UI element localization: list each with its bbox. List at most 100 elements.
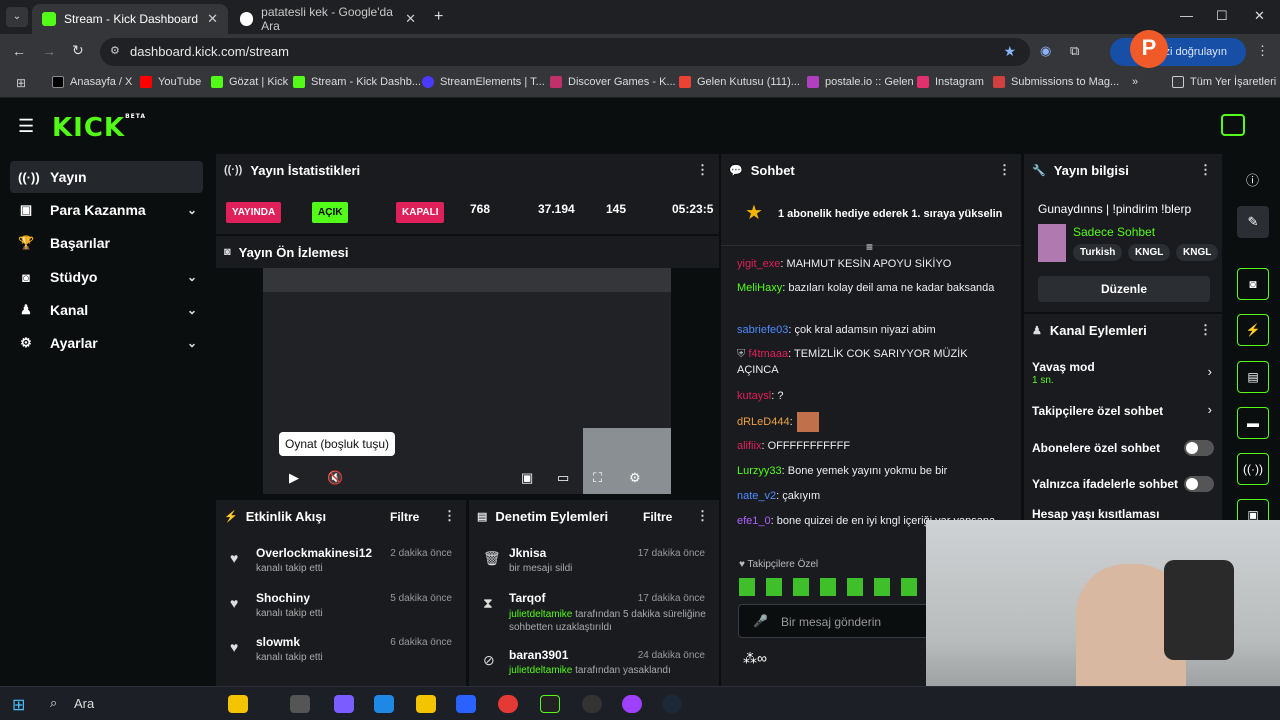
bolt-icon[interactable]: ⚡ [1237, 314, 1269, 346]
puzzle-icon[interactable]: ⧉ [1070, 43, 1079, 59]
copilot-icon[interactable] [334, 695, 354, 713]
chrome-icon[interactable] [498, 695, 518, 713]
camera-icon[interactable]: ◙ [1237, 268, 1269, 300]
new-tab-button[interactable]: + [434, 8, 443, 26]
chat-message: yigit_exe: MAHMUT KESİN APOYU SİKİYO [737, 258, 952, 270]
bookmark-discover-games[interactable]: Discover Games - K... [550, 76, 676, 88]
filter-button[interactable]: Filtre [643, 510, 672, 524]
panel-title: Yayın Ön İzlemesi [238, 244, 349, 260]
steam-icon[interactable] [662, 695, 682, 713]
task-view-icon[interactable] [290, 695, 310, 713]
account-age-row[interactable]: Hesap yaşı kısıtlaması [1032, 507, 1216, 521]
back-icon[interactable]: ← [12, 43, 26, 59]
bookmark-star-icon[interactable]: ★ [1003, 43, 1016, 60]
chat-input[interactable]: 🎤 Bir mesaj gönderin [738, 604, 938, 638]
kick-logo[interactable]: KICKBETA [52, 113, 146, 143]
windows-start-icon[interactable]: ⊞ [12, 695, 25, 715]
studio-icon[interactable] [1221, 114, 1245, 136]
chat-message: kutaysl: ? [737, 390, 784, 402]
info-icon[interactable]: ⓘ [1246, 170, 1259, 189]
users-icon: ♟ [20, 302, 32, 317]
pip-icon[interactable]: ▣ [521, 470, 533, 486]
edit-button[interactable]: Düzenle [1038, 276, 1210, 302]
window-close-button[interactable]: ✕ [1254, 8, 1265, 24]
bookmark-submissions[interactable]: Submissions to Mag... [993, 76, 1119, 88]
widgets-icon[interactable] [228, 695, 248, 713]
fullscreen-icon[interactable]: ⛶ [593, 470, 602, 486]
bookmark-streamelements[interactable]: StreamElements | T... [422, 76, 545, 88]
hamburger-icon[interactable]: ☰ [18, 116, 34, 137]
more-bookmarks-icon[interactable]: » [1132, 76, 1138, 88]
emote-chat-toggle[interactable] [1184, 476, 1214, 492]
document-icon[interactable]: ▤ [1237, 361, 1269, 393]
tab-list-button[interactable]: ⌄ [6, 7, 28, 27]
bookmark-instagram[interactable]: Instagram [917, 76, 984, 88]
site-info-icon[interactable]: ⚙ [110, 44, 120, 57]
taskbar-search[interactable]: Ara [74, 696, 94, 711]
settings-icon[interactable]: ⚙ [629, 470, 641, 486]
theater-icon[interactable]: ▭ [557, 470, 569, 486]
bookmark-kick-browse[interactable]: Gözat | Kick [211, 76, 288, 88]
obs-icon[interactable] [540, 695, 560, 713]
more-menu-icon[interactable]: ⋮ [998, 162, 1011, 178]
subs-chat-toggle[interactable] [1184, 440, 1214, 456]
tag-pill[interactable]: KNGL [1176, 244, 1219, 261]
infinity-icon[interactable]: ⁂∞ [743, 650, 767, 667]
filter-button[interactable]: Filtre [390, 510, 419, 524]
category-name[interactable]: Sadece Sohbet [1073, 225, 1155, 239]
chat-icon[interactable]: ▬ [1237, 407, 1269, 439]
edge-icon[interactable] [374, 695, 394, 713]
menu-icon[interactable]: ⋮ [1256, 43, 1269, 59]
sidebar-item-yayin[interactable]: ((·)) Yayın [10, 161, 203, 193]
bookmark-youtube[interactable]: YouTube [140, 76, 201, 88]
bookmark-gmail[interactable]: Gelen Kutusu (111)... [679, 76, 800, 88]
more-menu-icon[interactable]: ⋮ [443, 508, 456, 524]
close-icon[interactable]: ✕ [207, 11, 218, 27]
avatar[interactable]: P [1130, 30, 1168, 68]
edit-icon[interactable]: ✎ [1237, 206, 1269, 238]
microphone-icon[interactable]: 🎤 [753, 614, 768, 628]
play-icon[interactable]: ▶ [289, 470, 299, 486]
forward-icon[interactable]: → [42, 43, 56, 59]
stream-stats-panel: ((·)) Yayın İstatistikleri ⋮ YAYINDA AÇIK… [216, 154, 719, 234]
maximize-button[interactable]: ☐ [1216, 8, 1228, 24]
more-menu-icon[interactable]: ⋮ [696, 162, 709, 178]
sidebar-item-para-kazanma[interactable]: ▣ Para Kazanma ⌄ [10, 194, 203, 226]
more-menu-icon[interactable]: ⋮ [696, 508, 709, 524]
sidebar-item-kanal[interactable]: ♟ Kanal ⌄ [10, 294, 203, 326]
explorer-icon[interactable] [416, 695, 436, 713]
store-icon[interactable] [456, 695, 476, 713]
list-item: 🗑 Jknisa bir mesajı sildi 17 dakika önce [483, 546, 705, 574]
search-icon[interactable]: ⌕ [50, 695, 57, 711]
tab-google-search[interactable]: patatesli kek - Google'da Ara ✕ [230, 4, 426, 34]
sidebar-item-studyo[interactable]: ◙ Stüdyo ⌄ [10, 261, 203, 293]
sidebar-item-basarilar[interactable]: 🏆 Başarılar [10, 227, 203, 259]
more-menu-icon[interactable]: ⋮ [1199, 162, 1212, 178]
close-icon[interactable]: ✕ [405, 11, 416, 27]
app-icon[interactable] [622, 695, 642, 713]
moderation-panel: ▤ Denetim Eylemleri Filtre ⋮ 🗑 Jknisa bir m… [469, 500, 719, 686]
tag-pill[interactable]: KNGL [1128, 244, 1171, 261]
bookmark-kick-stream[interactable]: Stream - Kick Dashb... [293, 76, 421, 88]
preview-video[interactable]: Oynat (boşluk tuşu) ▶ 🔇 ▣ ▭ ⛶ ⚙ [263, 268, 671, 494]
bookmark-x[interactable]: Anasayfa / X [52, 76, 132, 88]
mute-icon[interactable]: 🔇 [327, 470, 343, 486]
sidebar-item-ayarlar[interactable]: ⚙ Ayarlar ⌄ [10, 327, 203, 359]
bookmark-postale[interactable]: postale.io :: Gelen [807, 76, 914, 88]
tab-kick-dashboard[interactable]: Stream - Kick Dashboard ✕ [32, 4, 228, 34]
broadcast-icon[interactable]: ((·)) [1237, 453, 1269, 485]
expand-icon[interactable]: ≡ [866, 240, 873, 254]
bolt-icon: ⚡ [224, 510, 238, 523]
all-bookmarks-folder[interactable]: Tüm Yer İşaretleri [1172, 76, 1276, 88]
browser-tab-bar: ⌄ Stream - Kick Dashboard ✕ patatesli ke… [0, 0, 1280, 34]
more-menu-icon[interactable]: ⋮ [1199, 322, 1212, 338]
app-icon[interactable] [582, 695, 602, 713]
slow-mode-row[interactable]: Yavaş mod 1 sn. › [1032, 360, 1216, 394]
reload-icon[interactable]: ↻ [72, 42, 84, 59]
minimize-button[interactable]: — [1180, 8, 1193, 23]
tag-pill[interactable]: Turkish [1073, 244, 1123, 261]
followers-chat-row[interactable]: Takipçilere özel sohbet › [1032, 402, 1216, 424]
apps-icon[interactable]: ⊞ [16, 76, 26, 90]
url-field[interactable]: ⚙ dashboard.kick.com/stream ★ [100, 38, 1030, 66]
extension-icon[interactable]: ◉ [1040, 43, 1051, 59]
